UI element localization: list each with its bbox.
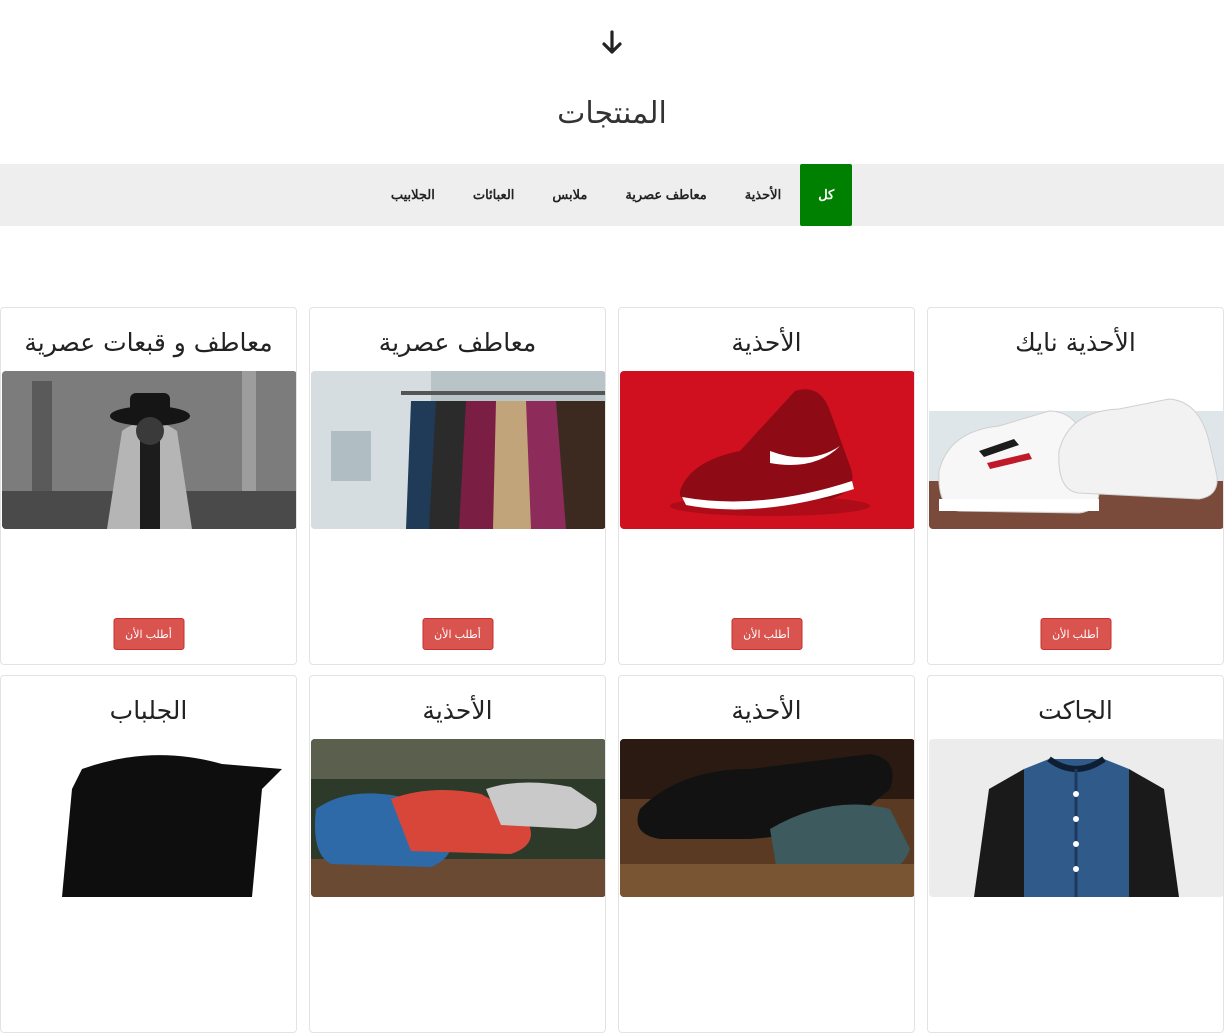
product-title: الجاكت <box>1038 696 1113 725</box>
filter-all[interactable]: كل <box>800 164 853 226</box>
white-sneakers-photo <box>929 371 1223 529</box>
product-image[interactable] <box>311 371 605 529</box>
product-card: معاطف عصرية أطلب الأن <box>309 307 606 665</box>
varsity-jacket-photo <box>929 739 1223 897</box>
product-image[interactable] <box>929 739 1223 897</box>
clothes-rack-photo <box>311 371 605 529</box>
order-now-button[interactable]: أطلب الأن <box>731 618 802 650</box>
product-title: الأحذية <box>422 696 493 725</box>
product-grid: معاطف و قبعات عصرية أطلب الأن معاطف عصري… <box>0 307 1224 1033</box>
black-jilbab-photo <box>2 739 296 897</box>
order-now-button[interactable]: أطلب الأن <box>113 618 184 650</box>
filter-jilbabs[interactable]: الجلابيب <box>372 164 454 226</box>
product-card: الجاكت <box>927 675 1224 1033</box>
page-title: المنتجات <box>557 96 667 131</box>
order-now-button[interactable]: أطلب الأن <box>1040 618 1111 650</box>
product-image[interactable] <box>929 371 1223 529</box>
product-image[interactable] <box>620 371 914 529</box>
man-coat-hat-photo <box>2 371 296 529</box>
filter-shoes[interactable]: الأحذية <box>726 164 800 226</box>
red-sneaker-photo <box>620 371 914 529</box>
product-image[interactable] <box>2 739 296 897</box>
product-card: الجلباب <box>0 675 297 1033</box>
product-title: الجلباب <box>109 696 188 725</box>
product-image[interactable] <box>2 371 296 529</box>
product-image[interactable] <box>620 739 914 897</box>
category-filter-bar: كل الأحذية معاطف عصرية ملابس العبائات ال… <box>0 164 1224 226</box>
product-card: الأحذية أطلب الأن <box>618 307 915 665</box>
product-title: معاطف و قبعات عصرية <box>24 328 273 357</box>
product-card: الأحذية نايك أطلب الأن <box>927 307 1224 665</box>
order-now-button[interactable]: أطلب الأن <box>422 618 493 650</box>
product-card: معاطف و قبعات عصرية أطلب الأن <box>0 307 297 665</box>
leather-shoes-photo <box>620 739 914 897</box>
filter-modern-coats[interactable]: معاطف عصرية <box>606 164 725 226</box>
product-title: الأحذية نايك <box>1015 328 1136 357</box>
arrow-down-icon <box>602 30 622 54</box>
product-card: الأحذية <box>309 675 606 1033</box>
product-title: الأحذية <box>731 328 802 357</box>
loafers-photo <box>311 739 605 897</box>
product-image[interactable] <box>311 739 605 897</box>
product-title: الأحذية <box>731 696 802 725</box>
scroll-down-indicator[interactable] <box>0 30 1224 60</box>
product-title: معاطف عصرية <box>378 328 537 357</box>
filter-clothes[interactable]: ملابس <box>533 164 606 226</box>
product-card: الأحذية <box>618 675 915 1033</box>
filter-abayas[interactable]: العبائات <box>454 164 534 226</box>
